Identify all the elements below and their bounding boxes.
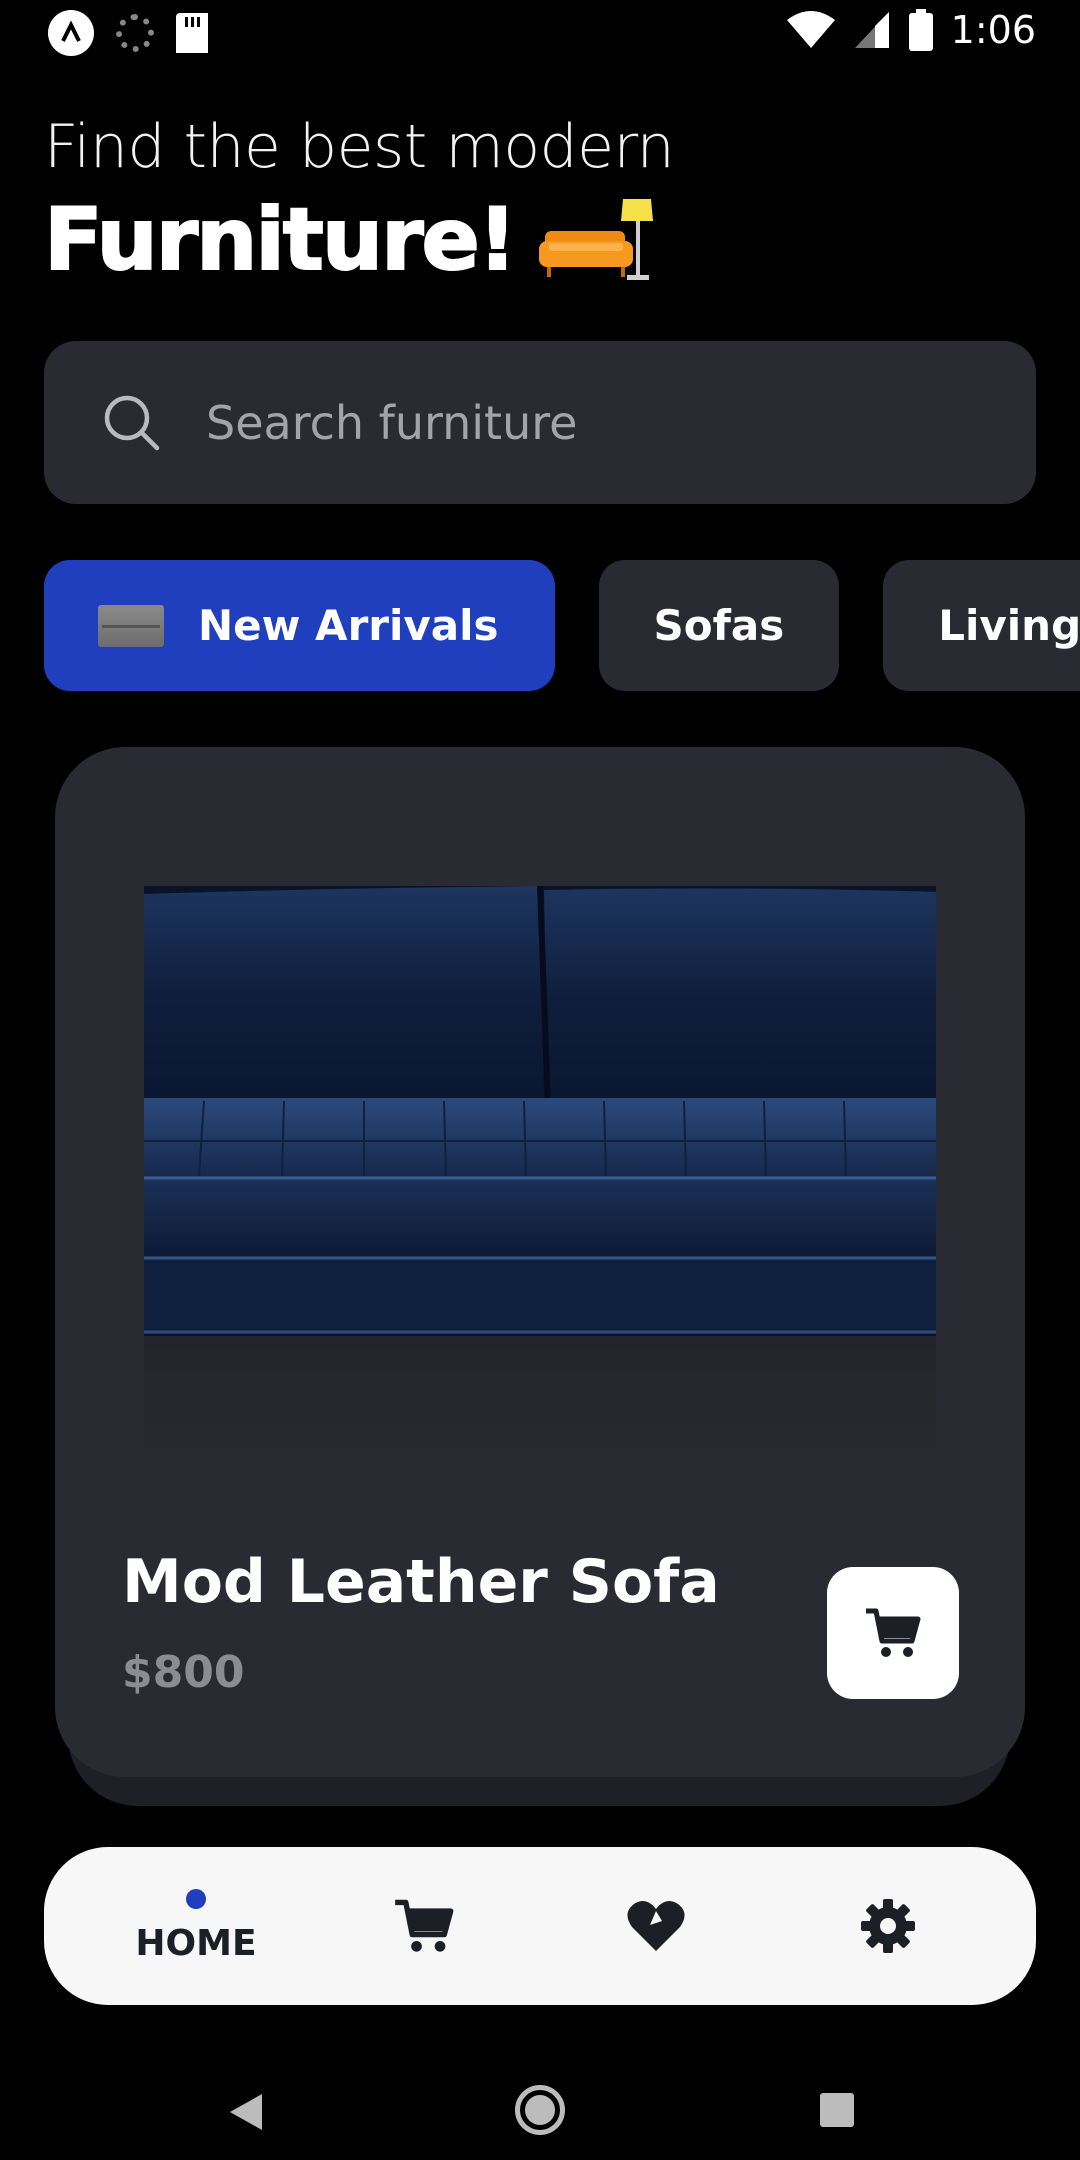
category-chip-label: Sofas: [653, 601, 785, 650]
product-card[interactable]: Mod Leather Sofa $800: [55, 747, 1025, 1777]
nav-cart[interactable]: [384, 1847, 464, 2005]
active-indicator: [186, 1888, 206, 1909]
loading-icon: [116, 14, 154, 52]
heart-icon: [627, 1900, 685, 1951]
sofa-lamp-icon: [539, 199, 654, 280]
status-right-icons: 1:06: [786, 8, 1036, 52]
category-chip-new-arrivals[interactable]: New Arrivals: [44, 560, 555, 691]
nav-favorites[interactable]: [616, 1847, 696, 2005]
search-input[interactable]: [206, 395, 966, 450]
recent-apps-icon[interactable]: [820, 2093, 854, 2127]
header-subtitle: Find the best modern: [44, 112, 675, 182]
status-bar: 1:06: [0, 0, 1080, 66]
wifi-icon: [786, 11, 835, 48]
category-chip-living-room[interactable]: Living Room: [883, 560, 1080, 691]
nav-settings[interactable]: [848, 1847, 928, 2005]
category-chip-label: New Arrivals: [198, 601, 499, 650]
home-icon[interactable]: [515, 2085, 565, 2135]
back-icon[interactable]: [228, 2092, 264, 2132]
status-left-icons: [48, 10, 208, 56]
battery-icon: [908, 9, 933, 51]
status-time: 1:06: [950, 8, 1036, 52]
cart-icon: [866, 1608, 921, 1657]
cart-icon: [395, 1899, 454, 1952]
page-title: Furniture!: [43, 189, 518, 291]
system-nav-bar: [0, 2040, 1080, 2160]
nav-home-label: HOME: [135, 1922, 257, 1964]
gear-icon: [861, 1899, 915, 1953]
add-to-cart-button[interactable]: [827, 1567, 959, 1699]
sd-card-icon: [176, 13, 208, 53]
category-chip-sofas[interactable]: Sofas: [598, 560, 840, 691]
product-image: [144, 886, 936, 1489]
product-name: Mod Leather Sofa: [122, 1547, 720, 1617]
category-chips: New Arrivals Sofas Living Room: [44, 560, 1080, 691]
sofa-thumbnail-icon: [98, 604, 164, 647]
cell-signal-icon: [854, 12, 889, 48]
nav-home[interactable]: HOME: [135, 1847, 257, 2005]
search-icon: [104, 395, 160, 450]
bottom-nav: HOME: [44, 1847, 1036, 2005]
search-bar[interactable]: [44, 341, 1036, 504]
app-notification-icon: [48, 10, 94, 56]
product-price: $800: [122, 1647, 245, 1698]
header-title-row: Furniture!: [43, 189, 655, 291]
category-chip-label: Living Room: [938, 601, 1080, 650]
